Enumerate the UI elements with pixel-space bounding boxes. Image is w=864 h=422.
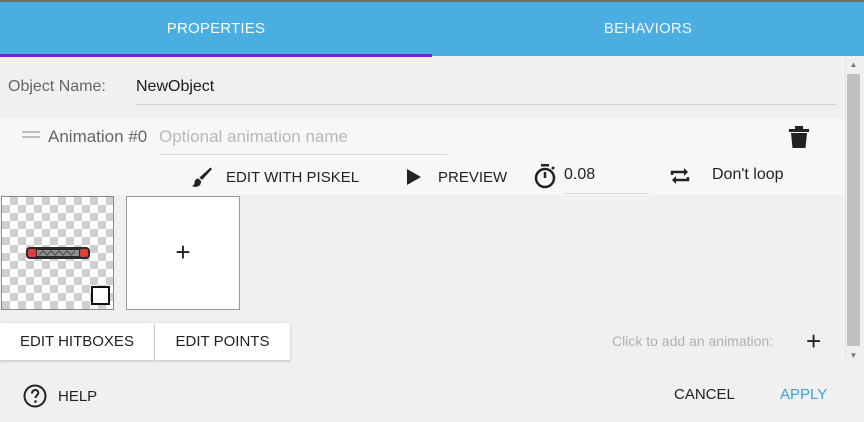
tab-behaviors[interactable]: BEHAVIORS <box>432 2 864 56</box>
active-tab-indicator <box>0 54 432 57</box>
edit-with-piskel-button[interactable]: EDIT WITH PISKEL <box>190 164 359 190</box>
edit-with-piskel-label: EDIT WITH PISKEL <box>226 168 360 186</box>
play-icon <box>407 169 421 185</box>
scroll-down-arrow-icon[interactable]: ▼ <box>848 351 859 360</box>
loop-toggle-label[interactable]: Don't loop <box>712 166 784 184</box>
apply-button[interactable]: APPLY <box>780 386 827 403</box>
scroll-up-arrow-icon[interactable]: ▲ <box>848 60 859 69</box>
add-animation-plus-icon[interactable]: + <box>806 327 821 355</box>
edit-points-button[interactable]: EDIT POINTS <box>155 323 290 360</box>
drag-handle-icon[interactable] <box>22 131 40 141</box>
preview-label: PREVIEW <box>438 168 508 186</box>
paintbrush-icon <box>192 167 212 187</box>
trash-icon[interactable] <box>788 125 810 149</box>
object-name-input[interactable]: NewObject <box>136 76 836 105</box>
scrollbar-thumb[interactable] <box>847 74 860 346</box>
edit-hitboxes-button[interactable]: EDIT HITBOXES <box>0 323 154 360</box>
frame-duration-input[interactable]: 0.08 <box>564 162 649 194</box>
loop-icon[interactable] <box>668 164 692 188</box>
animation-title: Animation #0 <box>48 127 148 146</box>
add-frame-button[interactable]: + <box>126 196 240 310</box>
animation-name-input[interactable]: Optional animation name <box>159 127 447 155</box>
object-name-label: Object Name: <box>8 78 106 95</box>
cancel-button[interactable]: CANCEL <box>674 386 735 403</box>
help-circle-icon <box>23 384 47 408</box>
help-label: HELP <box>58 387 98 405</box>
help-button[interactable]: HELP <box>23 384 97 408</box>
tab-bar: PROPERTIES BEHAVIORS <box>0 2 864 57</box>
timer-icon <box>534 164 556 189</box>
frame-select-checkbox[interactable] <box>91 286 110 305</box>
preview-button[interactable]: PREVIEW <box>402 164 507 190</box>
add-animation-hint: Click to add an animation: <box>612 333 774 349</box>
sprite-preview-image <box>26 247 90 259</box>
tab-properties[interactable]: PROPERTIES <box>0 2 432 56</box>
frame-thumbnail[interactable] <box>1 196 114 310</box>
